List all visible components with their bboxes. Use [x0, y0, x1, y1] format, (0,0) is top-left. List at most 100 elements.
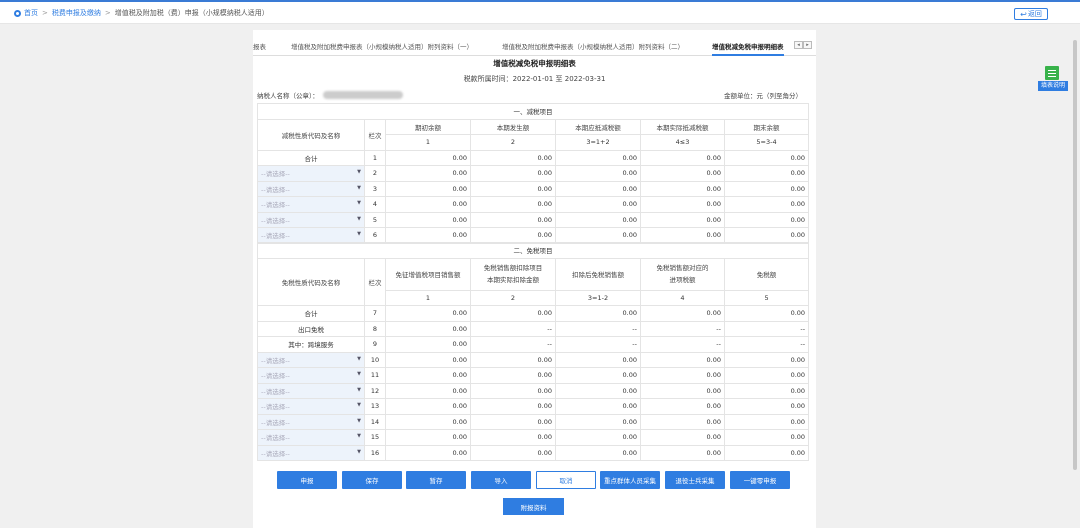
exemption-code-select[interactable]: --请选择-- ▼ — [257, 444, 365, 461]
exemption-amount-cell[interactable]: 0.00 — [470, 351, 556, 368]
reduction-amount-cell[interactable]: 0.00 — [640, 149, 725, 166]
reduction-amount-cell[interactable]: 0.00 — [555, 196, 641, 213]
exemption-amount-cell[interactable]: 0.00 — [385, 429, 471, 446]
reduction-amount-cell[interactable]: 0.00 — [555, 149, 641, 166]
declare-button[interactable]: 申报 — [277, 471, 337, 489]
exemption-amount-cell[interactable]: 0.00 — [555, 429, 641, 446]
veteran-collect-button[interactable]: 退役士兵采集 — [665, 471, 725, 489]
exemption-amount-cell[interactable]: 0.00 — [640, 382, 725, 399]
exemption-amount-cell[interactable]: 0.00 — [723, 398, 810, 415]
exemption-amount-cell[interactable]: 0.00 — [723, 429, 810, 446]
tab-scroll-right-icon[interactable]: ▸ — [803, 41, 812, 49]
exemption-amount-cell[interactable]: 0.00 — [470, 444, 556, 461]
exemption-amount-cell[interactable]: 0.00 — [555, 398, 641, 415]
reduction-amount-cell[interactable]: 0.00 — [723, 211, 810, 228]
exemption-amount-cell[interactable]: 0.00 — [470, 382, 556, 399]
exemption-code-select[interactable]: --请选择-- ▼ — [257, 398, 365, 415]
import-button[interactable]: 导入 — [471, 471, 531, 489]
exemption-amount-cell[interactable]: 0.00 — [385, 351, 471, 368]
temp-save-button[interactable]: 暂存 — [406, 471, 466, 489]
exemption-amount-cell[interactable]: 0.00 — [555, 351, 641, 368]
exemption-amount-cell[interactable]: 0.00 — [385, 413, 471, 430]
exemption-amount-cell[interactable]: 0.00 — [723, 382, 810, 399]
exemption-amount-cell[interactable]: 0.00 — [723, 351, 810, 368]
breadcrumb-home[interactable]: 首页 — [24, 8, 38, 18]
exemption-amount-cell[interactable]: 0.00 — [385, 444, 471, 461]
reduction-amount-cell[interactable]: 0.00 — [555, 165, 641, 182]
reduction-code-select[interactable]: --请选择-- ▼ — [257, 196, 365, 213]
exemption-amount-cell[interactable]: 0.00 — [723, 444, 810, 461]
exemption-amount-cell[interactable]: 0.00 — [470, 413, 556, 430]
exemption-amount-cell[interactable]: 0.00 — [640, 398, 725, 415]
reduction-amount-cell[interactable]: 0.00 — [470, 211, 556, 228]
reduction-code-select[interactable]: --请选择-- ▼ — [257, 211, 365, 228]
reduction-amount-cell[interactable]: 0.00 — [555, 180, 641, 197]
reduction-amount-cell[interactable]: 0.00 — [723, 165, 810, 182]
reduction-amount-cell[interactable]: 0.00 — [640, 211, 725, 228]
exemption-code-select[interactable]: --请选择-- ▼ — [257, 351, 365, 368]
exemption-amount-cell[interactable]: 0.00 — [385, 398, 471, 415]
tab-scroll-left-icon[interactable]: ◂ — [794, 41, 803, 49]
save-button[interactable]: 保存 — [342, 471, 402, 489]
exemption-amount-cell[interactable]: 0.00 — [385, 382, 471, 399]
exemption-amount-cell[interactable]: 0.00 — [385, 367, 471, 384]
reduction-amount-cell[interactable]: 0.00 — [385, 180, 471, 197]
exemption-amount-cell[interactable]: 0.00 — [640, 413, 725, 430]
exemption-amount-cell[interactable]: 0.00 — [555, 305, 641, 322]
reduction-amount-cell[interactable]: 0.00 — [385, 196, 471, 213]
reduction-amount-cell[interactable]: 0.00 — [470, 227, 556, 244]
reduction-amount-cell[interactable]: 0.00 — [385, 165, 471, 182]
exemption-amount-cell[interactable]: 0.00 — [470, 367, 556, 384]
exemption-amount-cell[interactable]: 0.00 — [470, 429, 556, 446]
exemption-amount-cell[interactable]: 0.00 — [555, 413, 641, 430]
exemption-amount-cell[interactable]: 0.00 — [640, 367, 725, 384]
key-group-collect-button[interactable]: 重点群体人员采集 — [600, 471, 660, 489]
reduction-amount-cell[interactable]: 0.00 — [723, 196, 810, 213]
reduction-amount-cell[interactable]: 0.00 — [640, 196, 725, 213]
reduction-amount-cell[interactable]: 0.00 — [640, 165, 725, 182]
exemption-amount-cell[interactable]: 0.00 — [385, 305, 471, 322]
breadcrumb-tax-declaration[interactable]: 税费申报及缴纳 — [52, 8, 101, 18]
reduction-amount-cell[interactable]: 0.00 — [385, 149, 471, 166]
exemption-amount-cell[interactable]: 0.00 — [555, 444, 641, 461]
reduction-code-select[interactable]: --请选择-- ▼ — [257, 180, 365, 197]
exemption-amount-cell[interactable]: 0.00 — [723, 305, 810, 322]
exemption-amount-cell[interactable]: 0.00 — [640, 305, 725, 322]
exemption-amount-cell[interactable]: 0.00 — [640, 351, 725, 368]
reduction-amount-cell[interactable]: 0.00 — [470, 149, 556, 166]
reduction-amount-cell[interactable]: 0.00 — [640, 227, 725, 244]
exemption-amount-cell[interactable]: 0.00 — [385, 320, 471, 337]
reduction-amount-cell[interactable]: 0.00 — [470, 180, 556, 197]
reduction-amount-cell[interactable]: 0.00 — [385, 227, 471, 244]
exemption-amount-cell[interactable]: 0.00 — [640, 429, 725, 446]
exemption-amount-cell[interactable]: 0.00 — [555, 382, 641, 399]
reduction-amount-cell[interactable]: 0.00 — [470, 196, 556, 213]
reduction-amount-cell[interactable]: 0.00 — [385, 211, 471, 228]
exemption-amount-cell[interactable]: 0.00 — [640, 444, 725, 461]
reduction-code-select[interactable]: --请选择-- ▼ — [257, 165, 365, 182]
exemption-code-select[interactable]: --请选择-- ▼ — [257, 429, 365, 446]
back-button[interactable]: ↩ 返回 — [1014, 8, 1048, 20]
reduction-amount-cell[interactable]: 0.00 — [555, 227, 641, 244]
scrollbar-thumb[interactable] — [1073, 40, 1077, 470]
exemption-code-select[interactable]: --请选择-- ▼ — [257, 382, 365, 399]
exemption-amount-cell[interactable]: 0.00 — [723, 367, 810, 384]
exemption-code-select[interactable]: --请选择-- ▼ — [257, 413, 365, 430]
tab-reduction-exemption-detail[interactable]: 增值税减免税申报明细表 — [712, 41, 784, 56]
tab-attachment-1[interactable]: 增值税及附加税费申报表（小规模纳税人适用）附列资料（一） — [291, 41, 473, 51]
reduction-code-select[interactable]: --请选择-- ▼ — [257, 227, 365, 244]
reduction-amount-cell[interactable]: 0.00 — [723, 227, 810, 244]
reduction-amount-cell[interactable]: 0.00 — [470, 165, 556, 182]
fill-instructions-widget[interactable]: 填表说明 — [1038, 66, 1068, 92]
reduction-amount-cell[interactable]: 0.00 — [555, 211, 641, 228]
reduction-amount-cell[interactable]: 0.00 — [723, 180, 810, 197]
exemption-amount-cell[interactable]: 0.00 — [470, 398, 556, 415]
one-click-zero-declare-button[interactable]: 一键零申报 — [730, 471, 790, 489]
exemption-amount-cell[interactable]: 0.00 — [723, 413, 810, 430]
attachment-button[interactable]: 附报资料 — [503, 498, 564, 515]
tab-main-report[interactable]: 报表 — [253, 41, 266, 51]
exemption-code-select[interactable]: --请选择-- ▼ — [257, 367, 365, 384]
reduction-amount-cell[interactable]: 0.00 — [723, 149, 810, 166]
exemption-amount-cell[interactable]: 0.00 — [470, 305, 556, 322]
cancel-button[interactable]: 取消 — [536, 471, 596, 489]
